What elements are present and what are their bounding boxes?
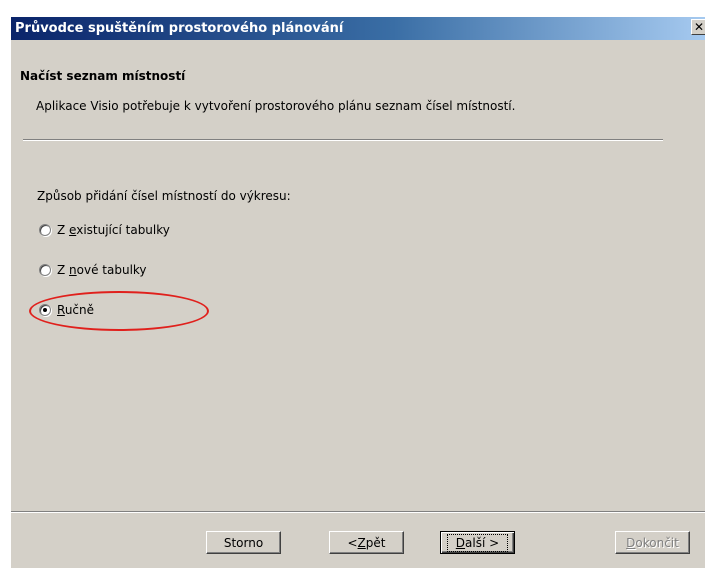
cancel-button[interactable]: Storno [206, 531, 281, 554]
page-description: Aplikace Visio potřebuje k vytvoření pro… [36, 99, 516, 113]
close-icon[interactable]: ✕ [691, 19, 705, 35]
method-prompt: Způsob přidání čísel místností do výkres… [37, 189, 291, 203]
next-button[interactable]: Další > [440, 531, 515, 554]
window-title: Průvodce spuštěním prostorového plánován… [15, 21, 344, 36]
footer-divider [11, 511, 705, 513]
finish-button: Dokončit [615, 531, 690, 554]
back-button[interactable]: < Zpět [329, 531, 404, 554]
wizard-dialog: Průvodce spuštěním prostorového plánován… [10, 16, 705, 568]
option-existing-table[interactable]: Z existující tabulky [39, 223, 170, 237]
option-label[interactable]: Z existující tabulky [57, 223, 170, 237]
red-highlight-ellipse [29, 291, 209, 331]
option-label[interactable]: Z nové tabulky [57, 263, 147, 277]
radio-existing-table[interactable] [39, 224, 51, 236]
option-new-table[interactable]: Z nové tabulky [39, 263, 147, 277]
header-divider [23, 139, 663, 141]
title-bar[interactable]: Průvodce spuštěním prostorového plánován… [11, 17, 705, 40]
page-heading: Načíst seznam místností [20, 69, 186, 83]
radio-new-table[interactable] [39, 264, 51, 276]
